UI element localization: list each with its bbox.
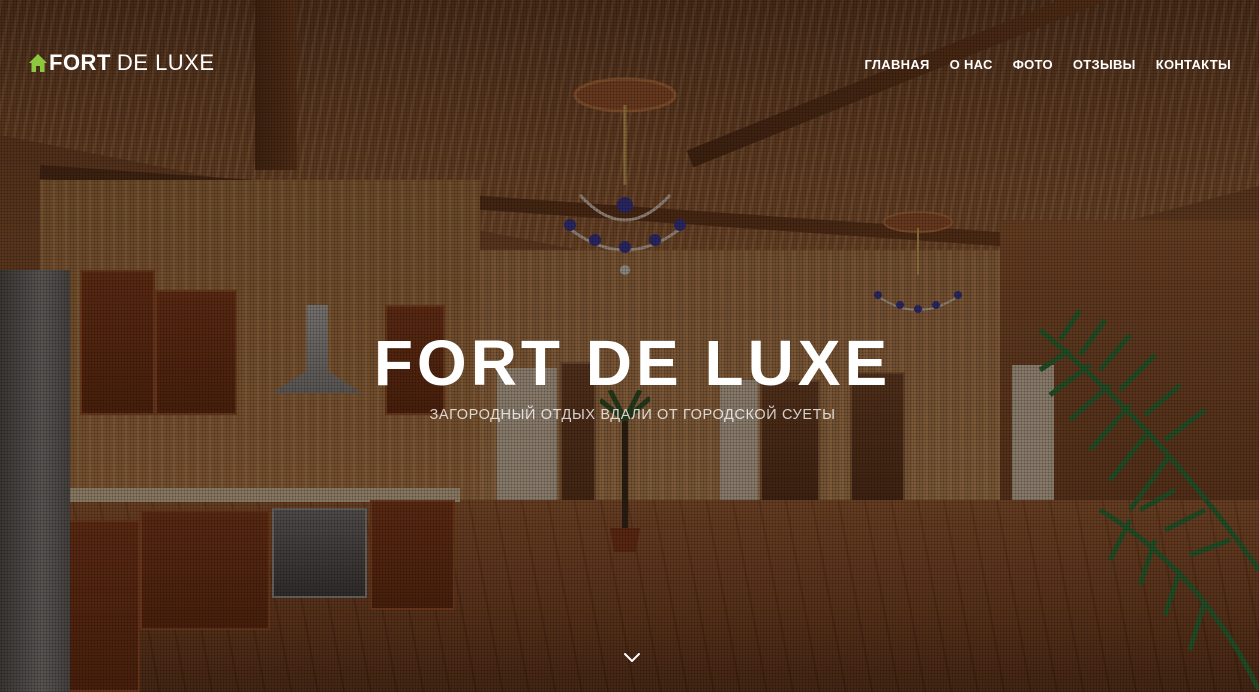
hero-subtitle: ЗАГОРОДНЫЙ ОТДЫХ ВДАЛИ ОТ ГОРОДСКОЙ СУЕТ… xyxy=(429,407,836,423)
logo-text-bold: FORT xyxy=(49,50,111,75)
house-icon xyxy=(29,54,47,72)
chevron-down-icon[interactable] xyxy=(622,650,642,666)
nav-link-about[interactable]: О НАС xyxy=(950,57,993,72)
hero-title: FORT DE LUXE xyxy=(373,327,892,399)
hero-section: FORT DE LUXE ГЛАВНАЯ О НАС ФОТО ОТЗЫВЫ К… xyxy=(0,0,1259,692)
main-nav: ГЛАВНАЯ О НАС ФОТО ОТЗЫВЫ КОНТАКТЫ xyxy=(864,57,1231,72)
nav-link-photo[interactable]: ФОТО xyxy=(1013,57,1053,72)
nav-link-contacts[interactable]: КОНТАКТЫ xyxy=(1156,57,1231,72)
nav-link-reviews[interactable]: ОТЗЫВЫ xyxy=(1073,57,1136,72)
site-header: FORT DE LUXE ГЛАВНАЯ О НАС ФОТО ОТЗЫВЫ К… xyxy=(0,0,1259,120)
nav-link-home[interactable]: ГЛАВНАЯ xyxy=(864,57,929,72)
site-logo[interactable]: FORT DE LUXE xyxy=(28,50,215,76)
logo-text-light: DE LUXE xyxy=(116,50,215,75)
